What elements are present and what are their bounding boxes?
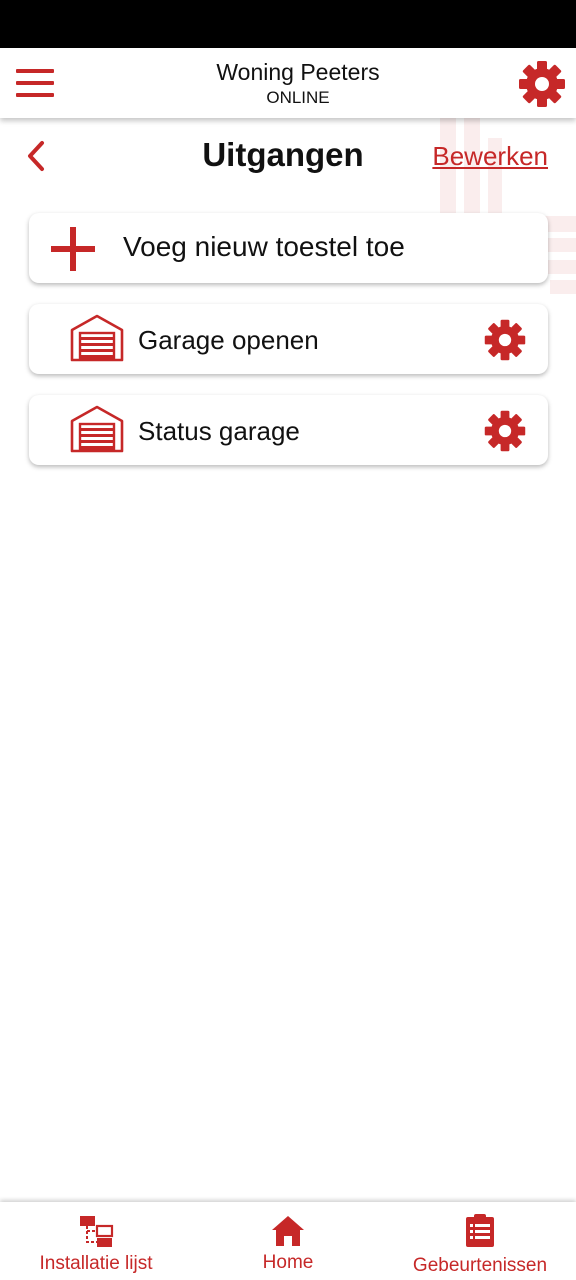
garage-door-icon — [70, 314, 124, 362]
network-list-icon — [80, 1216, 114, 1247]
back-chevron-icon[interactable] — [22, 138, 52, 174]
nav-label: Gebeurtenissen — [412, 1255, 548, 1276]
device-label: Status garage — [138, 416, 300, 446]
edit-link[interactable]: Bewerken — [432, 141, 548, 172]
hamburger-menu-icon[interactable] — [14, 66, 58, 100]
gear-icon[interactable] — [483, 318, 527, 362]
bottom-navigation: Installatie lijst Home Gebeurtenissen — [0, 1202, 576, 1280]
nav-item-gebeurtenissen[interactable]: Gebeurtenissen — [384, 1202, 576, 1280]
nav-label: Home — [262, 1252, 314, 1273]
installation-title: Woning Peeters — [216, 59, 380, 85]
home-icon — [272, 1216, 304, 1246]
device-row-garage-openen[interactable]: Garage openen — [29, 304, 548, 374]
device-label: Garage openen — [138, 325, 319, 355]
nav-label: Installatie lijst — [39, 1253, 153, 1274]
nav-item-installatie-lijst[interactable]: Installatie lijst — [0, 1202, 192, 1280]
app-bar: Woning Peeters ONLINE — [0, 48, 576, 118]
gear-icon[interactable] — [483, 409, 527, 453]
nav-item-home[interactable]: Home — [192, 1202, 384, 1280]
status-bar — [0, 0, 576, 48]
plus-icon — [51, 227, 95, 271]
connection-status: ONLINE — [266, 88, 330, 107]
garage-door-icon — [70, 405, 124, 453]
device-row-status-garage[interactable]: Status garage — [29, 395, 548, 465]
clipboard-list-icon — [466, 1214, 494, 1247]
add-device-label: Voeg nieuw toestel toe — [123, 231, 405, 262]
page-title: Uitgangen — [202, 136, 364, 173]
add-device-button[interactable]: Voeg nieuw toestel toe — [29, 213, 548, 283]
gear-icon[interactable] — [517, 59, 567, 109]
